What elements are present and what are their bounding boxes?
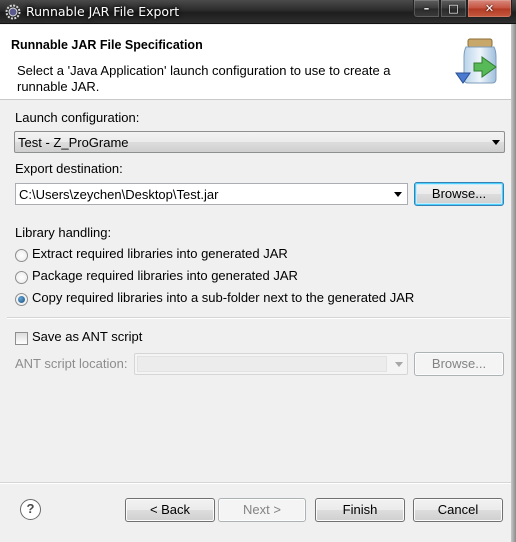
save-ant-script-checkbox[interactable] xyxy=(15,332,28,345)
footer-separator xyxy=(0,482,516,484)
launch-configuration-select[interactable]: Test - Z_ProGrame xyxy=(14,131,505,153)
chevron-down-icon xyxy=(492,140,500,145)
help-icon[interactable]: ? xyxy=(20,499,41,520)
next-button[interactable]: Next > xyxy=(218,498,306,522)
cancel-button[interactable]: Cancel xyxy=(413,498,503,522)
jar-export-icon xyxy=(455,38,497,84)
eclipse-gear-icon xyxy=(5,4,21,20)
copy-libraries-radio[interactable] xyxy=(15,293,28,306)
extract-libraries-radio[interactable] xyxy=(15,249,28,262)
launch-configuration-value: Test - Z_ProGrame xyxy=(18,135,129,150)
window-title: Runnable JAR File Export xyxy=(26,4,180,19)
library-handling-label: Library handling: xyxy=(15,225,112,240)
back-button[interactable]: < Back xyxy=(125,498,215,522)
export-destination-value: C:\Users\zeychen\Desktop\Test.jar xyxy=(19,187,219,202)
ant-script-location-input xyxy=(137,356,387,372)
launch-configuration-label: Launch configuration: xyxy=(15,110,140,125)
save-ant-script-label[interactable]: Save as ANT script xyxy=(32,329,142,344)
wizard-banner: Runnable JAR File Specification Select a… xyxy=(0,25,516,100)
package-libraries-radio[interactable] xyxy=(15,271,28,284)
ant-script-location-label: ANT script location: xyxy=(15,356,128,371)
title-bar[interactable]: Runnable JAR File Export – □ ✕ xyxy=(0,0,516,24)
minimize-button[interactable]: – xyxy=(413,0,440,18)
chevron-down-icon[interactable] xyxy=(394,192,402,197)
finish-button[interactable]: Finish xyxy=(315,498,405,522)
copy-libraries-label[interactable]: Copy required libraries into a sub-folde… xyxy=(32,290,414,305)
export-destination-field[interactable]: C:\Users\zeychen\Desktop\Test.jar xyxy=(15,183,408,205)
separator xyxy=(7,317,510,319)
extract-libraries-label[interactable]: Extract required libraries into generate… xyxy=(32,246,288,261)
wizard-title: Runnable JAR File Specification xyxy=(11,38,203,52)
export-browse-button[interactable]: Browse... xyxy=(414,182,504,206)
package-libraries-label[interactable]: Package required libraries into generate… xyxy=(32,268,298,283)
close-icon: ✕ xyxy=(484,2,495,15)
chevron-down-icon xyxy=(395,362,403,367)
export-destination-label: Export destination: xyxy=(15,161,123,176)
maximize-button[interactable]: □ xyxy=(440,0,467,18)
window-frame-edge xyxy=(511,24,516,542)
ant-browse-button[interactable]: Browse... xyxy=(414,352,504,376)
minimize-icon: – xyxy=(423,2,430,15)
ant-script-location-field[interactable] xyxy=(134,353,408,375)
maximize-icon: □ xyxy=(448,2,459,15)
close-button[interactable]: ✕ xyxy=(467,0,512,18)
wizard-description: Select a 'Java Application' launch confi… xyxy=(17,63,391,94)
